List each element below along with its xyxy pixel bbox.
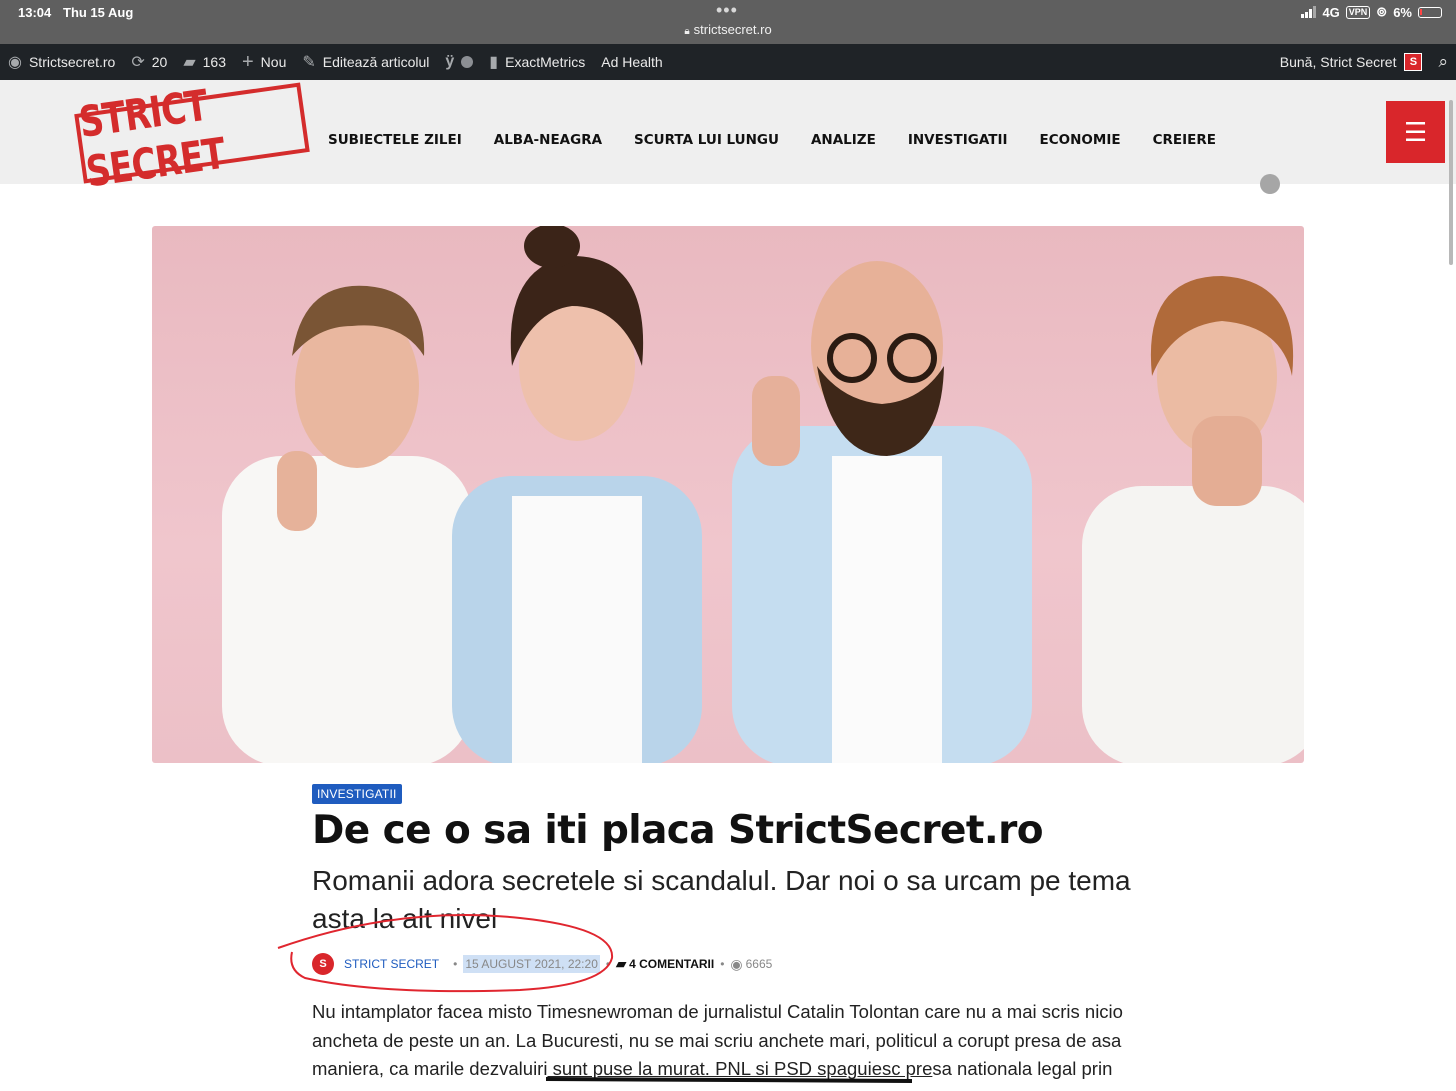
vpn-badge: VPN	[1345, 5, 1371, 19]
updates-count: 20	[151, 54, 168, 70]
nav-item-scurta-lui-lungu[interactable]: SCURTA LUI LUNGU	[618, 132, 795, 148]
hamburger-icon: ☰	[1403, 116, 1428, 147]
admin-adhealth-link[interactable]: Ad Health	[593, 44, 670, 80]
admin-bar-right: Bună, Strict Secret S ⌕	[1272, 44, 1456, 80]
logo-text: STRICT SECRET	[76, 80, 228, 198]
article-body: Nu intamplator facea misto Timesnewroman…	[312, 998, 1132, 1084]
adhealth-label: Ad Health	[601, 54, 663, 70]
nav-item-analize[interactable]: ANALIZE	[795, 132, 892, 148]
views-label: 6665	[745, 957, 773, 971]
address-bar[interactable]: 🔒︎ strictsecret.ro	[0, 22, 1456, 37]
menu-button[interactable]: ☰	[1386, 101, 1445, 163]
status-icons: 4G VPN ⊚ 6%	[1301, 4, 1442, 20]
exactmetrics-label: ExactMetrics	[505, 54, 586, 70]
article-subtitle: Romanii adora secretele si scandalul. Da…	[312, 865, 1131, 934]
url-text: strictsecret.ro	[693, 22, 772, 37]
yoast-seo-button[interactable]: ÿ	[437, 44, 481, 80]
separator: •	[605, 957, 611, 971]
admin-updates-link[interactable]: ⟳ 20	[123, 44, 175, 80]
admin-site-link[interactable]: ◉ Strictsecret.ro	[0, 44, 123, 80]
comments-link[interactable]: ▰ 4 COMENTARII	[616, 956, 714, 972]
site-logo[interactable]: STRICT SECRET	[74, 81, 310, 198]
signal-icon	[1301, 6, 1317, 18]
nav-item-investigatii[interactable]: INVESTIGATII	[892, 132, 1024, 148]
site-header: STRICT SECRET SUBIECTELE ZILEI ALBA-NEAG…	[0, 80, 1456, 198]
nav-item-subiectele-zilei[interactable]: SUBIECTELE ZILEI	[312, 132, 478, 148]
hero-image	[152, 226, 1304, 763]
site-name: Strictsecret.ro	[28, 54, 116, 70]
more-dots-icon[interactable]: •••	[716, 0, 738, 21]
main-nav: SUBIECTELE ZILEI ALBA-NEAGRA SCURTA LUI …	[312, 132, 1232, 148]
category-badge[interactable]: INVESTIGATII	[312, 784, 402, 804]
lock-icon: 🔒︎	[684, 26, 690, 37]
dashboard-icon: ◉	[8, 54, 22, 71]
ios-status-bar: 13:04 Thu 15 Aug ••• 🔒︎ strictsecret.ro 4…	[0, 0, 1456, 44]
separator: •	[720, 957, 725, 971]
comment-icon: ▰	[183, 54, 196, 71]
admin-comments-link[interactable]: ▰ 163	[175, 44, 234, 80]
battery-label: 6%	[1393, 4, 1412, 20]
rotation-lock-icon: ⊚	[1376, 4, 1388, 19]
hero-illustration	[222, 226, 1304, 763]
separator: •	[453, 957, 458, 971]
bar-chart-icon: ▮	[489, 54, 499, 71]
comments-label: 4 COMENTARII	[629, 957, 715, 971]
admin-edit-link[interactable]: ✎ Editează articolul	[294, 44, 437, 80]
nav-item-economie[interactable]: ECONOMIE	[1024, 132, 1137, 148]
author-link[interactable]: STRICT SECRET	[344, 957, 439, 971]
seo-status-dot-icon	[461, 56, 474, 68]
nav-item-creiere[interactable]: CREIERE	[1137, 132, 1232, 148]
body-text-part2: sa nationala legal prin	[932, 1058, 1113, 1079]
clock: 13:04	[18, 5, 52, 20]
comment-icon: ▰	[616, 956, 627, 971]
admin-account-link[interactable]: Bună, Strict Secret S	[1272, 44, 1431, 80]
scroll-indicator-dot	[1260, 174, 1280, 194]
admin-search-button[interactable]: ⌕	[1430, 44, 1456, 80]
publish-date: 15 AUGUST 2021, 22:20	[463, 955, 600, 973]
view-count: ◉ 6665	[730, 956, 772, 973]
wp-admin-bar: ◉ Strictsecret.ro ⟳ 20 ▰ 163 + Nou ✎ Editează…	[0, 44, 1456, 80]
greeting: Bună, Strict Secret	[1279, 54, 1397, 70]
yoast-icon: ÿ	[445, 53, 455, 70]
article-meta: S STRICT SECRET • 15 AUGUST 2021, 22:20 …	[312, 952, 772, 976]
body-text-underlined: sunt puse la murat. PNL si PSD spaguiesc…	[547, 1058, 933, 1079]
edit-label: Editează articolul	[322, 54, 430, 70]
eye-icon: ◉	[730, 955, 743, 972]
author-avatar[interactable]: S	[312, 953, 334, 975]
scrollbar[interactable]	[1449, 100, 1453, 265]
article-title: De ce o sa iti placa StrictSecret.ro	[312, 808, 1044, 853]
pencil-icon: ✎	[302, 54, 316, 71]
comments-count: 163	[202, 54, 226, 70]
plus-icon: +	[241, 50, 254, 73]
battery-icon	[1418, 6, 1442, 18]
nav-item-alba-neagra[interactable]: ALBA-NEAGRA	[478, 132, 618, 148]
admin-exactmetrics-link[interactable]: ▮ ExactMetrics	[481, 44, 593, 80]
network-label: 4G	[1322, 4, 1340, 20]
search-icon: ⌕	[1438, 52, 1448, 71]
avatar: S	[1404, 53, 1423, 71]
date: Thu 15 Aug	[63, 5, 134, 20]
refresh-icon: ⟳	[131, 54, 145, 71]
new-label: Nou	[260, 54, 287, 70]
